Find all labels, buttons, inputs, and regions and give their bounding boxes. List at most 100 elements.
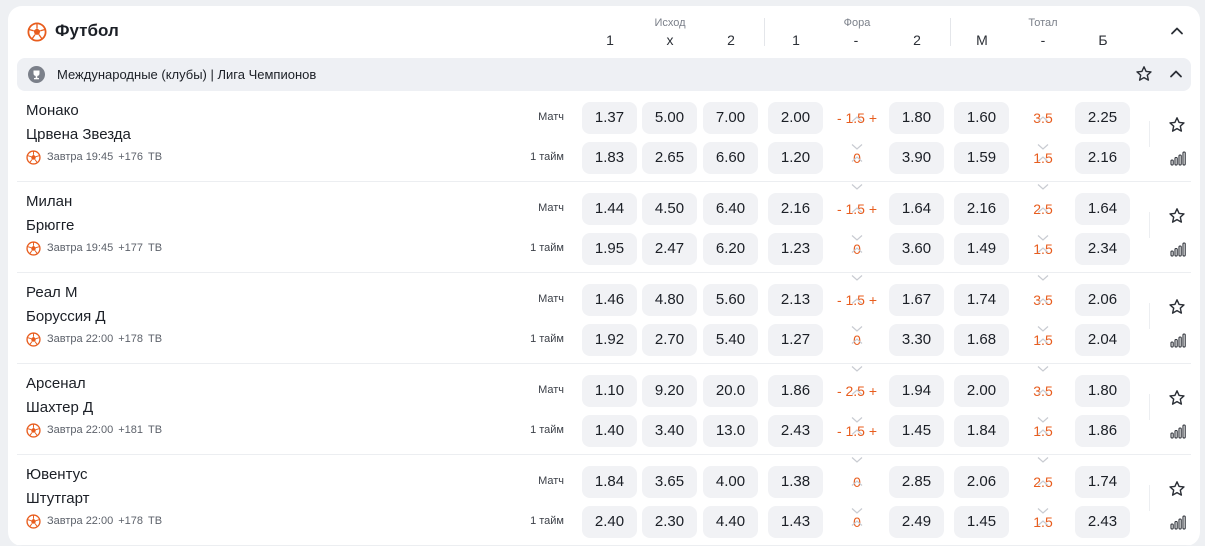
odd-w2[interactable]: 6.20 <box>703 233 758 265</box>
odd-over[interactable]: 1.74 <box>1075 466 1130 498</box>
chevron-down-icon[interactable] <box>1037 402 1049 423</box>
odd-w1[interactable]: 1.95 <box>582 233 637 265</box>
chevron-up-icon[interactable] <box>1037 374 1049 395</box>
odd-h2[interactable]: 2.85 <box>889 466 944 498</box>
total-param[interactable]: 1.5 <box>1013 324 1073 372</box>
odd-w2[interactable]: 4.00 <box>703 466 758 498</box>
odd-under[interactable]: 1.49 <box>954 233 1009 265</box>
star-icon[interactable] <box>1168 207 1186 225</box>
odd-w1[interactable]: 2.40 <box>582 506 637 538</box>
odd-over[interactable]: 2.34 <box>1075 233 1130 265</box>
odd-w2[interactable]: 5.40 <box>703 324 758 356</box>
odd-under[interactable]: 1.74 <box>954 284 1009 316</box>
odd-w1[interactable]: 1.83 <box>582 142 637 174</box>
chevron-down-icon[interactable] <box>851 220 863 241</box>
handicap-param[interactable]: 0 <box>827 465 887 514</box>
chevron-up-icon[interactable] <box>851 141 863 162</box>
star-icon[interactable] <box>1168 116 1186 134</box>
stats-icon[interactable] <box>1170 514 1186 530</box>
team-away[interactable]: Црвена Звезда <box>26 126 131 143</box>
chevron-down-icon[interactable] <box>1037 442 1049 463</box>
stats-icon[interactable] <box>1170 423 1186 439</box>
team-home[interactable]: Реал М <box>26 284 77 301</box>
odd-h2[interactable]: 2.49 <box>889 506 944 538</box>
league-bar[interactable]: Международные (клубы) | Лига Чемпионов <box>17 58 1191 91</box>
total-param[interactable]: 3.5 <box>1013 284 1073 332</box>
chevron-up-icon[interactable] <box>1037 192 1049 213</box>
more-markets-count[interactable]: +178 <box>118 333 143 345</box>
chevron-down-icon[interactable] <box>1037 220 1049 241</box>
odd-over[interactable]: 2.43 <box>1075 506 1130 538</box>
handicap-param[interactable]: 0 <box>827 324 887 372</box>
odd-h2[interactable]: 1.80 <box>889 102 944 134</box>
chevron-up-icon[interactable] <box>1167 65 1185 83</box>
odd-w1[interactable]: 1.92 <box>582 324 637 356</box>
team-home[interactable]: Монако <box>26 102 79 119</box>
more-markets-count[interactable]: +181 <box>118 424 143 436</box>
more-markets-count[interactable]: +176 <box>118 151 143 163</box>
chevron-down-icon[interactable] <box>851 311 863 332</box>
chevron-down-icon[interactable] <box>851 533 863 539</box>
odd-w2[interactable]: 6.40 <box>703 193 758 225</box>
odd-under[interactable]: 1.84 <box>954 415 1009 447</box>
odd-w2[interactable]: 20.0 <box>703 375 758 407</box>
more-markets-count[interactable]: +177 <box>118 242 143 254</box>
odd-x[interactable]: 9.20 <box>642 375 697 407</box>
chevron-down-icon[interactable] <box>851 169 863 190</box>
odd-h2[interactable]: 3.30 <box>889 324 944 356</box>
handicap-param[interactable]: - 1.5 + <box>827 102 887 150</box>
chevron-up-icon[interactable] <box>1037 414 1049 435</box>
chevron-up-icon[interactable] <box>851 465 863 486</box>
chevron-down-icon[interactable] <box>1037 533 1049 539</box>
star-icon[interactable] <box>1168 389 1186 407</box>
chevron-up-icon[interactable] <box>851 505 863 526</box>
chevron-down-icon[interactable] <box>851 129 863 150</box>
team-away[interactable]: Шахтер Д <box>26 399 93 416</box>
team-home[interactable]: Милан <box>26 193 72 210</box>
total-param[interactable]: 1.5 <box>1013 506 1073 538</box>
odd-x[interactable]: 5.00 <box>642 102 697 134</box>
odd-w2[interactable]: 5.60 <box>703 284 758 316</box>
odd-over[interactable]: 2.16 <box>1075 142 1130 174</box>
chevron-up-icon[interactable] <box>851 374 863 395</box>
chevron-down-icon[interactable] <box>851 402 863 423</box>
chevron-up-icon[interactable] <box>851 232 863 253</box>
odd-h2[interactable]: 1.64 <box>889 193 944 225</box>
chevron-up-icon[interactable] <box>1037 101 1049 122</box>
total-param[interactable]: 2.5 <box>1013 466 1073 514</box>
odd-w1[interactable]: 1.84 <box>582 466 637 498</box>
stats-icon[interactable] <box>1170 150 1186 166</box>
odd-h1[interactable]: 2.00 <box>768 102 823 134</box>
odd-under[interactable]: 1.45 <box>954 506 1009 538</box>
odd-x[interactable]: 2.47 <box>642 233 697 265</box>
odd-x[interactable]: 2.30 <box>642 506 697 538</box>
odd-over[interactable]: 2.25 <box>1075 102 1130 134</box>
team-home[interactable]: Ювентус <box>26 466 87 483</box>
odd-h1[interactable]: 1.43 <box>768 506 823 538</box>
odd-x[interactable]: 3.65 <box>642 466 697 498</box>
chevron-down-icon[interactable] <box>1037 169 1049 190</box>
odd-over[interactable]: 1.86 <box>1075 415 1130 447</box>
odd-h1[interactable]: 2.43 <box>768 415 823 447</box>
handicap-param[interactable]: - 2.5 + <box>827 374 887 423</box>
odd-over[interactable]: 1.64 <box>1075 193 1130 225</box>
odd-h2[interactable]: 1.94 <box>889 375 944 407</box>
odd-h2[interactable]: 3.90 <box>889 142 944 174</box>
odd-h1[interactable]: 1.86 <box>768 375 823 407</box>
odd-over[interactable]: 1.80 <box>1075 375 1130 407</box>
more-markets-count[interactable]: +178 <box>118 515 143 527</box>
team-away[interactable]: Брюгге <box>26 217 74 234</box>
total-param[interactable]: 1.5 <box>1013 142 1073 190</box>
total-param[interactable]: 1.5 <box>1013 233 1073 281</box>
chevron-down-icon[interactable] <box>1037 311 1049 332</box>
odd-x[interactable]: 4.50 <box>642 193 697 225</box>
odd-under[interactable]: 2.06 <box>954 466 1009 498</box>
chevron-up-icon[interactable] <box>1168 22 1186 40</box>
team-away[interactable]: Штутгарт <box>26 490 90 507</box>
odd-under[interactable]: 1.60 <box>954 102 1009 134</box>
odd-h1[interactable]: 2.13 <box>768 284 823 316</box>
chevron-down-icon[interactable] <box>851 493 863 514</box>
handicap-param[interactable]: - 1.5 + <box>827 284 887 332</box>
odd-under[interactable]: 2.16 <box>954 193 1009 225</box>
chevron-up-icon[interactable] <box>851 192 863 213</box>
